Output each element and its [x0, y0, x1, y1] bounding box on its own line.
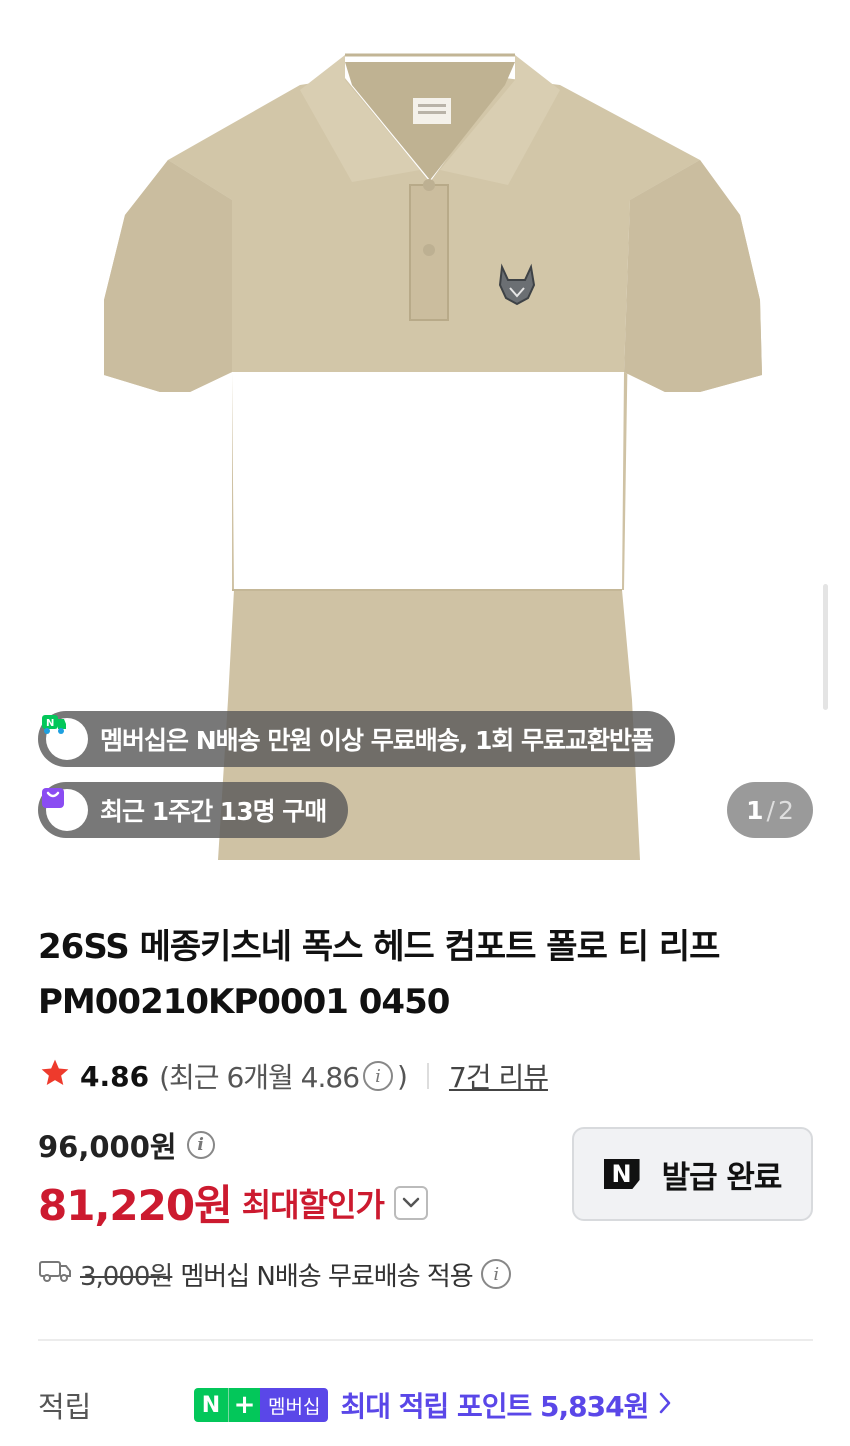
image-counter-separator: / — [766, 795, 775, 825]
section-divider — [38, 1339, 813, 1341]
product-title: 26SS 메종키츠네 폭스 헤드 컴포트 폴로 티 리프 PM00210KP00… — [38, 927, 720, 1022]
shipping-row: 3,000원 멤버십 N배송 무료배송 적용 i — [38, 1254, 515, 1294]
recent-rating-text: (최근 6개월 4.86 — [159, 1061, 360, 1094]
product-image-gallery[interactable]: N 멤버십은 N배송 만원 이상 무료배송, 1회 무료교환반품 최근 1주간 … — [0, 0, 850, 860]
shopping-bag-icon — [42, 788, 88, 831]
image-counter-current: 1 — [746, 795, 764, 825]
review-count-link[interactable]: 7건 리뷰 — [449, 1056, 549, 1096]
coupon-issued-button[interactable]: N 발급 완료 — [572, 1127, 813, 1221]
rating-divider — [426, 1063, 429, 1089]
rating-info-icon[interactable]: i — [363, 1061, 394, 1091]
max-points-text: 최대 적립 포인트 5,834원 — [340, 1390, 649, 1423]
points-title: 적립 — [38, 1390, 92, 1424]
sale-price-row: 81,220원 최대할인가 — [38, 1172, 428, 1233]
badge-plus: + — [228, 1388, 260, 1422]
recent-rating-close: ) — [397, 1059, 408, 1093]
truck-icon — [38, 1258, 72, 1291]
image-counter-total: 2 — [777, 795, 794, 825]
svg-text:N: N — [46, 718, 54, 729]
star-icon — [38, 1057, 72, 1096]
price-info-icon[interactable]: i — [186, 1131, 215, 1159]
original-price-value: 96,000원 — [38, 1130, 177, 1164]
sale-price-value: 81,220원 — [38, 1181, 233, 1230]
original-price: 96,000원 i — [38, 1124, 219, 1166]
badge-membership: 멤버십 — [260, 1388, 329, 1422]
sale-price-label: 최대할인가 — [241, 1185, 385, 1224]
shipping-info-icon[interactable]: i — [480, 1259, 511, 1289]
recent-purchase-badge: 최근 1주간 13명 구매 — [38, 782, 349, 838]
delivery-truck-icon: N — [42, 715, 88, 760]
rating-score: 4.86 — [80, 1059, 150, 1093]
membership-shipping-badge: N 멤버십은 N배송 만원 이상 무료배송, 1회 무료교환반품 — [38, 711, 676, 767]
chevron-right-icon — [658, 1391, 672, 1419]
recent-purchase-text: 최근 1주간 13명 구매 — [100, 797, 327, 826]
rating-row: 4.86 (최근 6개월 4.86 i ) 7건 리뷰 — [38, 1054, 549, 1098]
coupon-button-label: 발급 완료 — [661, 1159, 783, 1196]
naver-plus-membership-badge: N + 멤버십 — [194, 1388, 329, 1422]
image-counter: 1 / 2 — [727, 782, 813, 838]
naver-n-icon: N — [603, 1159, 640, 1189]
image-scroll-indicator — [823, 584, 828, 710]
badge-n: N — [194, 1388, 228, 1422]
points-row[interactable]: 적립 N + 멤버십 최대 적립 포인트 5,834원 — [38, 1383, 813, 1427]
original-shipping-fee: 3,000원 — [80, 1261, 173, 1292]
membership-shipping-text: 멤버십은 N배송 만원 이상 무료배송, 1회 무료교환반품 — [100, 726, 654, 755]
chevron-down-icon[interactable] — [393, 1185, 428, 1220]
shipping-text: 멤버십 N배송 무료배송 적용 — [180, 1261, 473, 1292]
